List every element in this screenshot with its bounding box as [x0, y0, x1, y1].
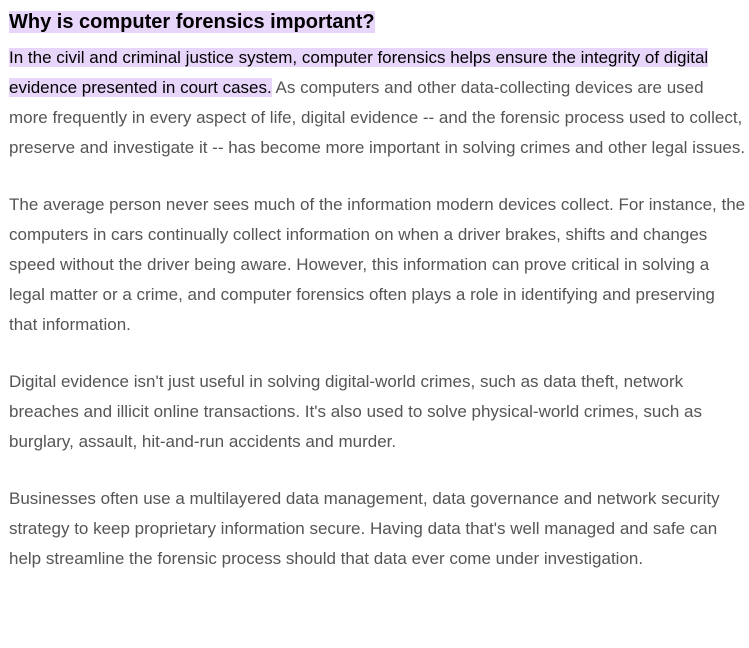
article: Why is computer forensics important? In … — [9, 8, 747, 574]
paragraph-2-text: The average person never sees much of th… — [9, 195, 746, 334]
paragraph-3: Digital evidence isn't just useful in so… — [9, 367, 747, 457]
paragraph-4: Businesses often use a multilayered data… — [9, 484, 747, 574]
article-heading: Why is computer forensics important? — [9, 8, 747, 36]
paragraph-1: In the civil and criminal justice system… — [9, 43, 747, 163]
paragraph-4-text: Businesses often use a multilayered data… — [9, 489, 720, 568]
paragraph-3-text: Digital evidence isn't just useful in so… — [9, 372, 703, 451]
paragraph-2: The average person never sees much of th… — [9, 190, 747, 340]
heading-highlight: Why is computer forensics important? — [9, 11, 375, 33]
